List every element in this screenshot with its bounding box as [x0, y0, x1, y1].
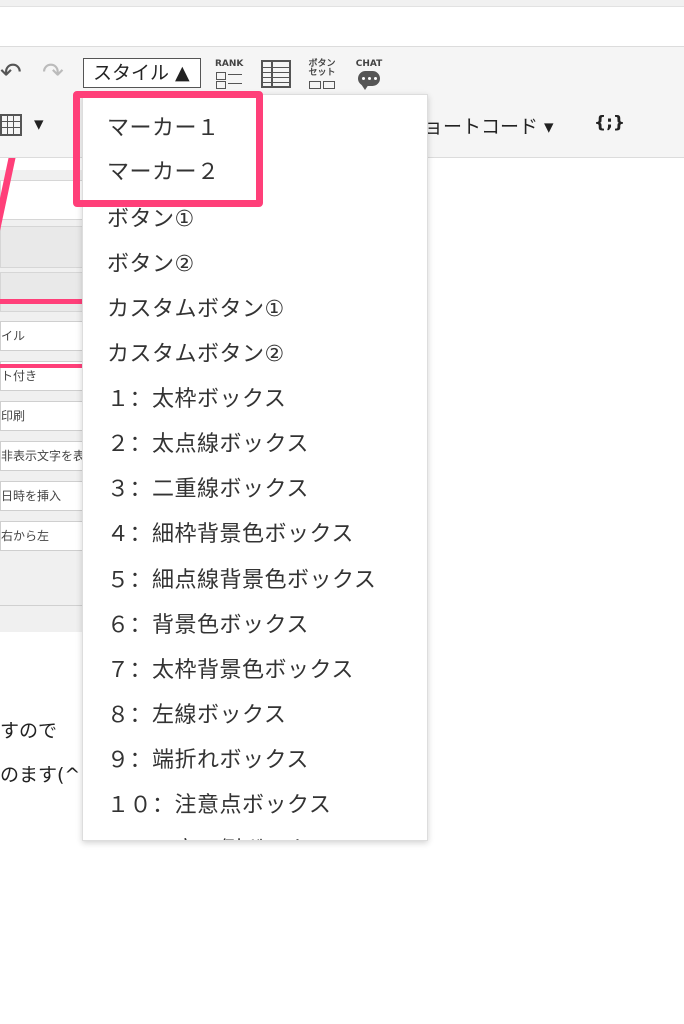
- body-text-line: すので: [0, 720, 58, 742]
- table-list-icon[interactable]: [261, 60, 291, 88]
- dropdown-item-box-2[interactable]: ２：太点線ボックス: [107, 426, 309, 458]
- dropdown-item-box-6[interactable]: ６：背景色ボックス: [107, 607, 309, 639]
- code-button[interactable]: {;}: [594, 113, 625, 133]
- redo-icon[interactable]: ↷: [42, 60, 64, 86]
- dropdown-item-box-4[interactable]: ４：細枠背景色ボックス: [107, 516, 354, 548]
- table-insert-icon[interactable]: [0, 114, 22, 136]
- chat-label: CHAT: [355, 59, 383, 69]
- dropdown-item-box-5[interactable]: ５：細点線背景色ボックス: [107, 562, 376, 594]
- left-panel-row: [0, 226, 84, 268]
- rank-button[interactable]: RANK: [213, 60, 243, 90]
- left-panel-header: [0, 180, 84, 220]
- left-panel-item[interactable]: イル: [0, 321, 84, 351]
- left-panel-item[interactable]: 日時を挿入: [0, 481, 84, 511]
- dropdown-item-box-11[interactable]: １１：良い例ボックス: [107, 832, 331, 840]
- dropdown-item-box-8[interactable]: ８：左線ボックス: [107, 697, 286, 729]
- dropdown-item-box-10[interactable]: １０：注意点ボックス: [107, 787, 331, 819]
- undo-icon[interactable]: ↶: [0, 60, 22, 86]
- left-panel-item[interactable]: 非表示文字を表: [0, 441, 84, 471]
- table-caret-icon[interactable]: ▾: [34, 113, 44, 135]
- top-strip: [0, 0, 684, 7]
- shortcode-dropdown[interactable]: ョートコード ▾: [424, 112, 554, 139]
- style-dropdown-button[interactable]: スタイル ▲: [83, 58, 201, 88]
- button-set-button[interactable]: ボタン セット: [306, 60, 338, 90]
- chat-bubble-icon: [358, 71, 380, 90]
- button-set-icon: [309, 81, 335, 89]
- dropdown-item-box-7[interactable]: ７：太枠背景色ボックス: [107, 652, 354, 684]
- body-text-line: のます(^: [0, 764, 81, 786]
- button-set-line2: セット: [308, 68, 336, 78]
- annotation-line: [0, 364, 84, 368]
- dropdown-item-custom-button-2[interactable]: カスタムボタン②: [107, 336, 285, 368]
- left-panel-row: [0, 272, 84, 312]
- dropdown-item-button-2[interactable]: ボタン②: [107, 246, 195, 278]
- chat-button[interactable]: CHAT: [353, 60, 385, 92]
- rank-label: RANK: [215, 59, 244, 69]
- left-panel-item[interactable]: 印刷: [0, 401, 84, 431]
- dropdown-item-box-9[interactable]: ９：端折れボックス: [107, 742, 309, 774]
- left-panel-item[interactable]: 右から左: [0, 521, 84, 551]
- left-panel-divider: [0, 605, 84, 606]
- dropdown-item-box-3[interactable]: ３：二重線ボックス: [107, 471, 309, 503]
- dropdown-item-box-1[interactable]: １：太枠ボックス: [107, 381, 286, 413]
- annotation-line: [0, 299, 84, 304]
- highlight-box: [73, 91, 263, 207]
- rank-list-icon: [216, 72, 242, 89]
- dropdown-item-custom-button-1[interactable]: カスタムボタン①: [107, 291, 285, 323]
